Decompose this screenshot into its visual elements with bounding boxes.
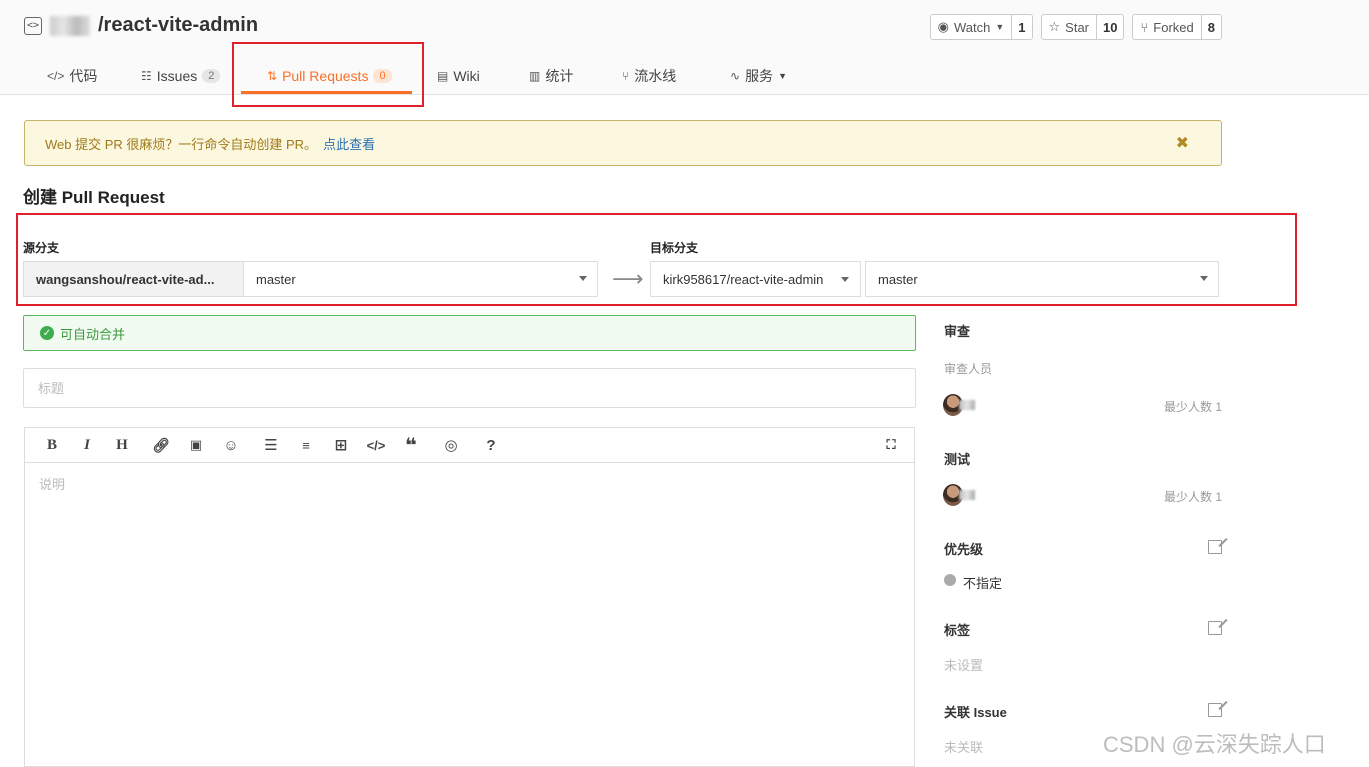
highlight-box-pr-tab [232, 42, 424, 107]
repo-name[interactable]: /react-vite-admin [98, 14, 258, 37]
tab-label: 流水线 [634, 68, 677, 84]
emoji-icon[interactable]: ☺ [220, 435, 242, 455]
target-branch-label: 目标分支 [650, 241, 699, 255]
notice-text: Web 提交 PR 很麻烦？一行命令自动创建 PR。 [45, 136, 318, 152]
source-branch-label: 源分支 [23, 241, 60, 255]
edit-priority-icon[interactable] [1208, 540, 1222, 554]
repo-owner-blurred [50, 15, 90, 36]
test-min-count: 最少人数 1 [1163, 490, 1222, 504]
priority-dot [944, 574, 956, 586]
italic-icon[interactable]: I [76, 435, 98, 455]
review-heading: 审查 [944, 324, 971, 339]
issue-heading: 关联 Issue [944, 705, 1007, 720]
source-branch-select[interactable]: master [243, 261, 598, 297]
target-repo-value: kirk958617/react-vite-admin [663, 271, 824, 287]
review-min-count: 最少人数 1 [1163, 400, 1222, 414]
chevron-down-icon: ▼ [995, 22, 1005, 32]
description-editor: B I H 🔗︎ ▣ ☺ ☰ ≡ ⊞ </> ❝ ◎ ? ⛶ [24, 427, 915, 767]
notice-banner: Web 提交 PR 很麻烦？一行命令自动创建 PR。 点此查看 ✖ [24, 120, 1222, 166]
caret-down-icon [841, 277, 849, 282]
reviewer-avatar[interactable] [943, 394, 975, 416]
eye-icon: ◉ [937, 19, 949, 34]
tab-services[interactable]: ∿ 服务 ▼ [730, 58, 787, 94]
image-icon[interactable]: ▣ [185, 435, 207, 455]
description-textarea[interactable] [25, 464, 914, 764]
issue-value: 未关联 [944, 740, 984, 755]
star-icon: ☆ [1048, 19, 1061, 34]
target-repo-select[interactable]: kirk958617/react-vite-admin [650, 261, 861, 297]
tab-pipeline[interactable]: ⑂ 流水线 [622, 58, 676, 94]
ordered-list-icon[interactable]: ≡ [295, 435, 317, 455]
tags-heading: 标签 [944, 623, 971, 638]
wiki-icon: ▤ [437, 69, 449, 83]
source-repo-select[interactable]: wangsanshou/react-vite-ad... [23, 261, 244, 297]
repo-actions: ◉ Watch ▼ 1 ☆ Star 10 ⑂ Forked 8 [929, 14, 1222, 40]
link-icon[interactable]: 🔗︎ [150, 435, 172, 455]
merge-status-text: 可自动合并 [60, 326, 126, 342]
code-icon: </> [47, 69, 65, 83]
star-count[interactable]: 10 [1096, 15, 1123, 39]
priority-heading: 优先级 [944, 542, 984, 557]
tab-stats[interactable]: ▥ 统计 [529, 58, 573, 94]
code-repo-icon: <> [24, 16, 42, 35]
target-branch-value: master [878, 271, 918, 287]
priority-value: 不指定 [963, 576, 1003, 591]
star-label: Star [1065, 19, 1090, 35]
issues-icon: ☷ [141, 69, 152, 83]
repo-title[interactable]: <> /react-vite-admin [24, 14, 258, 37]
fork-count[interactable]: 8 [1200, 15, 1221, 39]
editor-toolbar: B I H 🔗︎ ▣ ☺ ☰ ≡ ⊞ </> ❝ ◎ ? ⛶ [25, 428, 914, 463]
repo-header: <> /react-vite-admin ◉ Watch ▼ 1 ☆ Star 10 … [0, 0, 1369, 95]
fork-icon: ⑂ [1140, 19, 1149, 35]
heading-icon[interactable]: H [111, 435, 133, 455]
csdn-watermark: CSDN @云深失踪人口 [1103, 732, 1326, 757]
bullet-list-icon[interactable]: ☰ [260, 435, 282, 455]
quote-icon[interactable]: ❝ [400, 435, 422, 457]
tester-avatar[interactable] [943, 484, 975, 506]
tab-label: 代码 [69, 68, 98, 84]
star-button[interactable]: ☆ Star 10 [1040, 14, 1125, 40]
bold-icon[interactable]: B [41, 435, 63, 455]
tab-label: Issues [156, 68, 198, 84]
tags-value: 未设置 [944, 658, 984, 673]
source-repo-value: wangsanshou/react-vite-ad... [36, 271, 215, 287]
edit-issue-icon[interactable] [1208, 703, 1222, 717]
chevron-down-icon: ▼ [778, 71, 787, 81]
code-icon[interactable]: </> [365, 435, 387, 455]
watch-count[interactable]: 1 [1011, 15, 1031, 39]
preview-eye-icon[interactable]: ◎ [440, 435, 462, 455]
fullscreen-icon[interactable]: ⛶ [880, 435, 902, 455]
tab-label: 统计 [545, 68, 574, 84]
tab-wiki[interactable]: ▤ Wiki [437, 58, 480, 94]
tab-issues[interactable]: ☷ Issues 2 [141, 58, 221, 94]
page-title: 创建 Pull Request [23, 188, 165, 207]
watch-label: Watch [954, 19, 991, 35]
arrow-right-icon: ⟶ [612, 266, 644, 291]
reviewers-label: 审查人员 [944, 362, 993, 376]
watch-button[interactable]: ◉ Watch ▼ 1 [929, 14, 1033, 40]
help-icon[interactable]: ? [480, 435, 502, 455]
caret-down-icon [1200, 276, 1208, 281]
table-icon[interactable]: ⊞ [330, 435, 352, 455]
tab-code[interactable]: </> 代码 [47, 58, 97, 94]
source-branch-value: master [256, 271, 296, 287]
issues-count-badge: 2 [202, 69, 221, 83]
test-heading: 测试 [944, 452, 971, 467]
chart-icon: ▥ [529, 69, 541, 83]
pulse-icon: ∿ [730, 69, 741, 83]
notice-link[interactable]: 点此查看 [323, 134, 375, 153]
pipeline-icon: ⑂ [622, 69, 630, 83]
merge-status: ✓ 可自动合并 [23, 315, 916, 351]
title-input[interactable] [23, 368, 916, 408]
check-circle-icon: ✓ [40, 326, 54, 340]
fork-button[interactable]: ⑂ Forked 8 [1132, 14, 1222, 40]
tab-label: Wiki [453, 68, 480, 84]
fork-label: Forked [1153, 19, 1194, 35]
target-branch-select[interactable]: master [865, 261, 1219, 297]
caret-down-icon [579, 276, 587, 281]
edit-tags-icon[interactable] [1208, 621, 1222, 635]
close-icon[interactable]: ✖ [1176, 133, 1189, 153]
tab-label: 服务 [745, 68, 774, 84]
